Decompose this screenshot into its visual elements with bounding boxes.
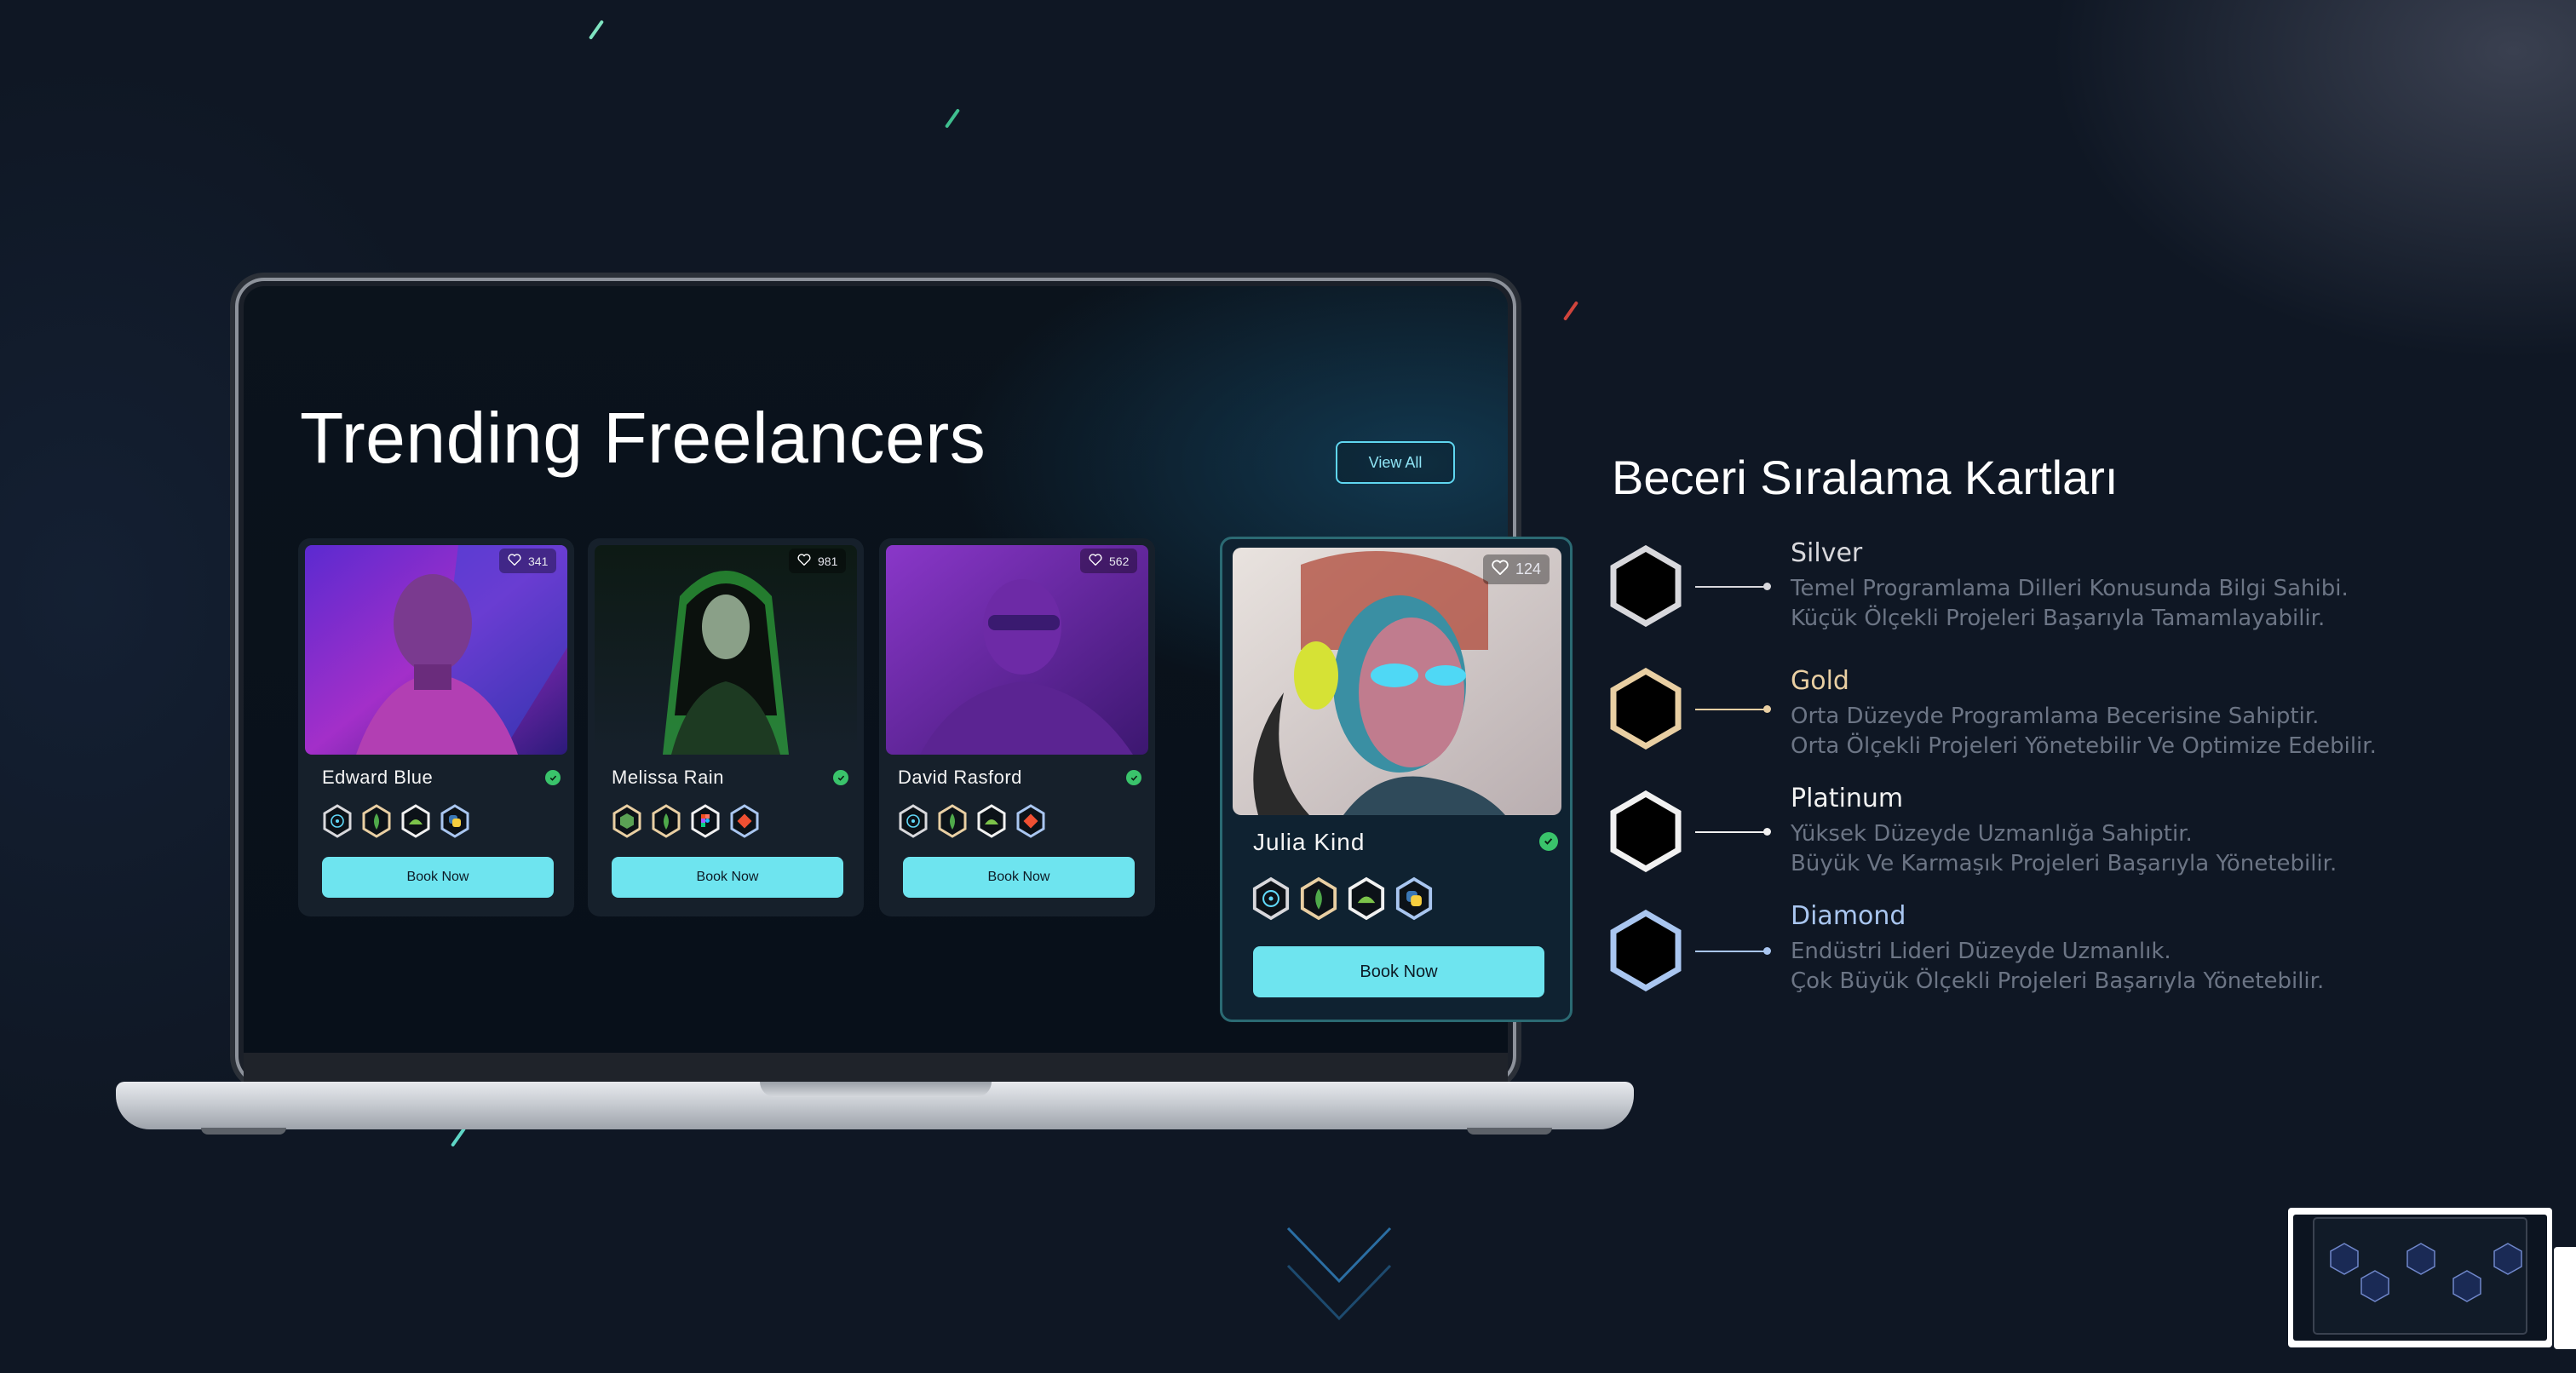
diamond-hex-icon [1610,910,1682,991]
tier-connector [1695,831,1767,833]
tier-description: Temel Programlama Dilleri Konusunda Bilg… [1791,574,2349,634]
tier-connector [1695,709,1767,710]
skill-badges [612,804,760,838]
laptop-bezel [244,1053,1508,1082]
freelancer-card[interactable]: 562 David Rasford Book Now [879,538,1155,916]
silver-hex-icon [1610,545,1682,627]
git-icon [730,804,759,838]
freelancer-name: David Rasford [898,767,1022,788]
mongodb-icon [1300,876,1337,921]
freelancer-card[interactable]: 981 Melissa Rain Book Now [588,538,864,916]
python-icon [440,804,469,838]
slide-thumbnail-screen [2293,1215,2547,1341]
skill-badges [1251,876,1434,921]
verified-icon [545,770,561,785]
book-now-button[interactable]: Book Now [612,857,843,898]
tier-description: Endüstri Lideri Düzeyde Uzmanlık. Çok Bü… [1791,937,2324,997]
react-icon [899,804,928,838]
heart-icon [797,554,811,568]
tier-connector-dot [1763,828,1771,836]
likes-counter[interactable]: 562 [1080,549,1138,573]
book-now-button[interactable]: Book Now [1253,946,1544,997]
book-now-button[interactable]: Book Now [903,857,1135,898]
panel-title: Beceri Sıralama Kartları [1612,451,2119,504]
freelancer-name: Julia Kind [1253,829,1366,855]
side-panel-handle[interactable] [2554,1247,2576,1349]
gold-hex-icon [1610,668,1682,750]
likes-count: 981 [818,554,838,568]
android-icon [977,804,1006,838]
heart-icon [508,554,521,568]
tier-name: Gold [1791,666,1849,696]
tier-connector-dot [1763,947,1771,955]
scroll-down-icon[interactable] [1286,1227,1392,1322]
git-icon [1016,804,1045,838]
python-icon [1395,876,1433,921]
skill-badges [322,804,470,838]
tier-description-line: Yüksek Düzeyde Uzmanlığa Sahiptir. [1791,821,2193,847]
freelancer-photo [1233,548,1561,815]
slide-thumbnail[interactable] [2288,1208,2552,1347]
tier-description-line: Çok Büyük Ölçekli Projeleri Başarıyla Yö… [1791,968,2325,994]
tier-connector [1695,951,1767,952]
likes-count: 124 [1515,560,1542,577]
book-now-button[interactable]: Book Now [322,857,554,898]
node-icon [612,804,641,838]
tier-description-line: Büyük Ve Karmaşık Projeleri Başarıyla Yö… [1791,851,2337,876]
react-icon [323,804,352,838]
likes-count: 341 [528,554,549,568]
freelancer-photo [595,545,857,755]
android-icon [1348,876,1385,921]
freelancer-card[interactable]: 341 Edward Blue Book Now [298,538,574,916]
laptop-notch [760,1082,992,1097]
tier-name: Silver [1791,538,1863,568]
verified-icon [1126,770,1141,785]
tier-description-line: Küçük Ölçekli Projeleri Başarıyla Tamaml… [1791,606,2326,631]
react-icon [1252,876,1290,921]
decor-streak [588,20,605,40]
tier-description-line: Orta Düzeyde Programlama Becerisine Sahi… [1791,704,2320,729]
decor-streak [944,108,961,129]
tier-description-line: Temel Programlama Dilleri Konusunda Bilg… [1791,576,2349,601]
freelancer-photo [886,545,1148,755]
likes-count: 562 [1109,554,1130,568]
skill-badges [898,804,1046,838]
heart-icon [1492,560,1509,579]
freelancer-name: Melissa Rain [612,767,724,788]
android-icon [401,804,430,838]
tier-description-line: Endüstri Lideri Düzeyde Uzmanlık. [1791,939,2171,964]
verified-icon [1539,832,1558,851]
page-title: Trending Freelancers [300,398,986,478]
likes-counter[interactable]: 981 [789,549,847,573]
figma-icon [691,804,720,838]
tier-connector-dot [1763,705,1771,713]
tier-description: Orta Düzeyde Programlama Becerisine Sahi… [1791,702,2377,761]
view-all-button[interactable]: View All [1336,441,1455,484]
laptop-foot [201,1128,286,1135]
tier-description-line: Orta Ölçekli Projeleri Yönetebilir Ve Op… [1791,733,2377,759]
laptop-foot [1467,1128,1552,1135]
platinum-hex-icon [1610,790,1682,872]
likes-counter[interactable]: 341 [499,549,557,573]
freelancer-photo [305,545,567,755]
decor-streak [450,1127,467,1147]
tier-name: Diamond [1791,901,1906,931]
tier-connector-dot [1763,583,1771,590]
freelancer-name: Edward Blue [322,767,434,788]
heart-icon [1089,554,1102,568]
tier-name: Platinum [1791,784,1904,813]
mongodb-icon [362,804,391,838]
tier-connector [1695,586,1767,588]
likes-counter[interactable]: 124 [1483,554,1550,584]
mongodb-icon [938,804,967,838]
decor-streak [1562,301,1579,321]
verified-icon [833,770,848,785]
mongodb-icon [652,804,681,838]
featured-freelancer-card[interactable]: 124 Julia Kind Book Now [1220,537,1573,1022]
tier-description: Yüksek Düzeyde Uzmanlığa Sahiptir. Büyük… [1791,819,2337,879]
